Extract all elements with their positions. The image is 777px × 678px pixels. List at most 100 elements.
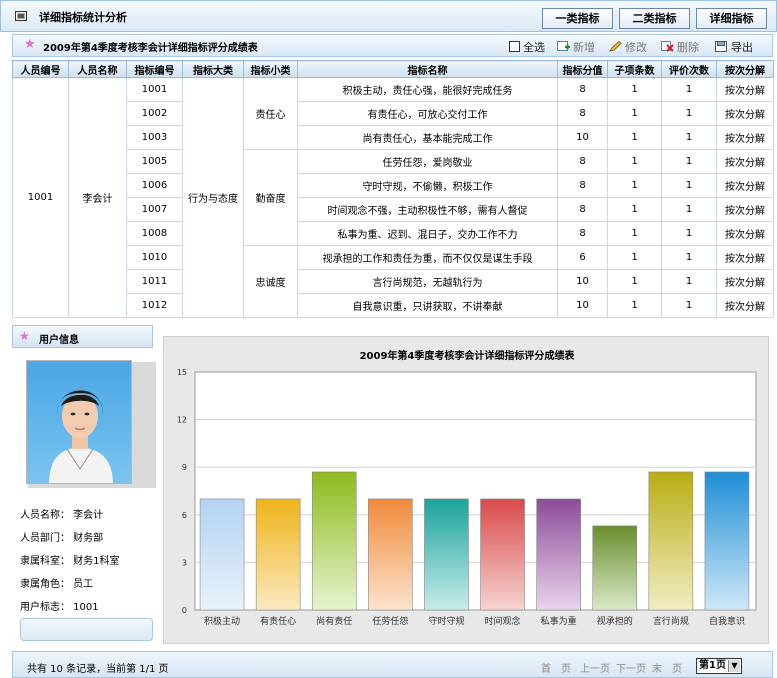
- user-role-info: 隶属角色： 员工: [20, 579, 94, 590]
- delete-button[interactable]: 删除: [661, 39, 699, 55]
- user-info-panel: ★ 用户信息 人员名称： 李会计 人员部门： 财务部 隶属科室： 财务1科室 隶…: [12, 325, 156, 643]
- table-row[interactable]: 1006 守时守规，不偷懒，积极工作 8 1 1 按次分解: [13, 173, 774, 198]
- breakdown-link[interactable]: 按次分解: [716, 149, 774, 174]
- indicator-name-cell: 守时守规，不偷懒，积极工作: [297, 173, 558, 198]
- chevron-down-icon[interactable]: ▼: [728, 660, 740, 672]
- bar-9: [704, 471, 750, 611]
- eval-count-cell: 1: [661, 197, 717, 222]
- next-page-link[interactable]: 下一页: [616, 660, 646, 675]
- bar-7: [592, 525, 638, 611]
- col-eval-count[interactable]: 评价次数: [661, 60, 717, 78]
- score-cell: 8: [557, 173, 608, 198]
- level1-indicator-button[interactable]: 一类指标: [542, 8, 613, 29]
- person-id-cell: 1001: [12, 77, 69, 318]
- col-item-count[interactable]: 子项条数: [607, 60, 662, 78]
- table-row[interactable]: 1011 言行尚规范，无越轨行为 10 1 1 按次分解: [13, 269, 774, 294]
- col-indicator-code[interactable]: 指标编号: [126, 60, 183, 78]
- breakdown-link[interactable]: 按次分解: [716, 77, 774, 102]
- indicator-code-cell: 1007: [126, 197, 183, 222]
- score-cell: 10: [557, 293, 608, 318]
- page-select[interactable]: 第1页 ▼: [696, 658, 742, 674]
- breakdown-link[interactable]: 按次分解: [716, 173, 774, 198]
- eval-count-cell: 1: [661, 173, 717, 198]
- item-count-cell: 1: [607, 125, 662, 150]
- table-row[interactable]: 1007 时间观念不强，主动积极性不够，需有人督促 8 1 1 按次分解: [13, 197, 774, 222]
- col-category[interactable]: 指标大类: [182, 60, 244, 78]
- subcategory-cell: 忠诚度: [243, 245, 298, 318]
- indicator-name-cell: 言行尚规范，无越轨行为: [297, 269, 558, 294]
- bar-4: [424, 498, 469, 611]
- indicator-code-cell: 1001: [126, 77, 183, 102]
- score-cell: 10: [557, 125, 608, 150]
- breakdown-link[interactable]: 按次分解: [716, 245, 774, 270]
- indicator-name-cell: 有责任心，可放心交付工作: [297, 101, 558, 126]
- table-row[interactable]: 1008 私事为重、迟到、混日子，交办工作不力 8 1 1 按次分解: [13, 221, 774, 246]
- score-cell: 10: [557, 269, 608, 294]
- y-tick-label: 15: [177, 368, 187, 377]
- indicator-name-cell: 时间观念不强，主动积极性不够，需有人督促: [297, 197, 558, 222]
- table-row[interactable]: 1010 忠诚度 视承担的工作和责任为重，而不仅仅是谋生手段 6 1 1 按次分…: [13, 245, 774, 318]
- score-cell: 8: [557, 77, 608, 102]
- edit-button[interactable]: 修改: [609, 39, 647, 55]
- indicator-code-cell: 1011: [126, 269, 183, 294]
- score-chart-panel: 2009年第4季度考核李会计详细指标评分成绩表 0 3 6 9 12 15 积极主动 有责任…: [163, 336, 769, 644]
- breakdown-link[interactable]: 按次分解: [716, 293, 774, 318]
- item-count-cell: 1: [607, 149, 662, 174]
- indicator-name-cell: 视承担的工作和责任为重，而不仅仅是谋生手段: [297, 245, 558, 270]
- window-titlebar: 详细指标统计分析 一类指标 二类指标 详细指标: [0, 0, 777, 32]
- edit-icon: [609, 41, 622, 52]
- score-cell: 8: [557, 221, 608, 246]
- x-tick-label: 自我意识: [709, 615, 745, 627]
- user-portrait-image: [27, 361, 131, 483]
- last-page-link[interactable]: 末 页: [652, 660, 682, 675]
- col-person-name[interactable]: 人员名称: [68, 60, 127, 78]
- score-cell: 8: [557, 101, 608, 126]
- table-row[interactable]: 1002 有责任心，可放心交付工作 8 1 1 按次分解: [13, 101, 774, 126]
- breakdown-link[interactable]: 按次分解: [716, 197, 774, 222]
- breakdown-link[interactable]: 按次分解: [716, 125, 774, 150]
- first-page-link[interactable]: 首 页: [541, 660, 571, 675]
- indicator-name-cell: 自我意识重，只讲获取，不讲奉献: [297, 293, 558, 318]
- user-panel-footer: [20, 618, 153, 641]
- table-row[interactable]: 1001 李会计 1001 行为与态度 责任心 积极主动，责任心强，能很好完成任…: [12, 77, 774, 318]
- indicator-name-cell: 任劳任怨，爱岗敬业: [297, 149, 558, 174]
- export-icon: [715, 41, 727, 52]
- bar-8: [648, 471, 694, 611]
- level2-indicator-button[interactable]: 二类指标: [619, 8, 690, 29]
- indicator-name-cell: 积极主动，责任心强，能很好完成任务: [297, 77, 558, 102]
- select-all-checkbox[interactable]: 全选: [509, 39, 545, 55]
- item-count-cell: 1: [607, 101, 662, 126]
- item-count-cell: 1: [607, 197, 662, 222]
- x-tick-label: 时间观念: [485, 615, 521, 627]
- table-row[interactable]: 1012 自我意识重，只讲获取，不讲奉献 10 1 1 按次分解: [13, 293, 774, 318]
- record-summary: 共有 10 条记录，当前第 1/1 页: [27, 664, 169, 675]
- col-subcategory[interactable]: 指标小类: [243, 60, 298, 78]
- indicator-name-cell: 私事为重、迟到、混日子，交办工作不力: [297, 221, 558, 246]
- export-button[interactable]: 导出: [715, 39, 753, 55]
- table-title: 2009年第4季度考核李会计详细指标评分成绩表: [43, 43, 258, 54]
- indicator-code-cell: 1002: [126, 101, 183, 126]
- eval-count-cell: 1: [661, 245, 717, 270]
- col-indicator-name[interactable]: 指标名称: [297, 60, 558, 78]
- col-breakdown[interactable]: 按次分解: [716, 60, 774, 78]
- eval-count-cell: 1: [661, 149, 717, 174]
- prev-page-link[interactable]: 上一页: [580, 660, 610, 675]
- y-tick-label: 0: [182, 606, 187, 615]
- eval-count-cell: 1: [661, 125, 717, 150]
- bar-2: [311, 471, 357, 611]
- col-score[interactable]: 指标分值: [557, 60, 608, 78]
- add-label: 新增: [573, 41, 595, 54]
- checkbox-icon[interactable]: [509, 41, 520, 52]
- x-tick-label: 守时守规: [428, 615, 464, 627]
- detail-indicator-button[interactable]: 详细指标: [696, 8, 767, 29]
- y-tick-label: 12: [177, 416, 187, 425]
- col-person-id[interactable]: 人员编号: [12, 60, 69, 78]
- table-row[interactable]: 1005 勤奋度 任劳任怨，爱岗敬业 8 1 1 按次分解: [13, 149, 774, 246]
- add-icon: [557, 41, 570, 51]
- breakdown-link[interactable]: 按次分解: [716, 221, 774, 246]
- breakdown-link[interactable]: 按次分解: [716, 269, 774, 294]
- page-title: 详细指标统计分析: [39, 11, 127, 24]
- table-row[interactable]: 1003 尚有责任心，基本能完成工作 10 1 1 按次分解: [13, 125, 774, 150]
- add-button[interactable]: 新增: [557, 39, 595, 55]
- breakdown-link[interactable]: 按次分解: [716, 101, 774, 126]
